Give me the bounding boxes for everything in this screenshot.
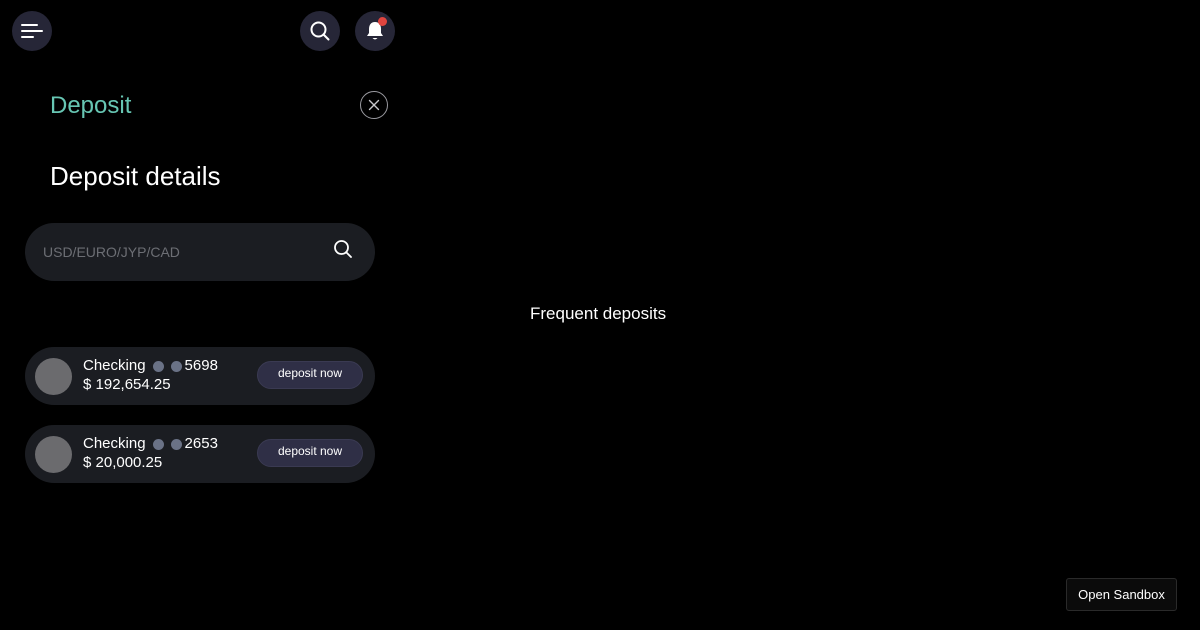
search-icon bbox=[310, 21, 330, 41]
mask-dot-icon bbox=[170, 360, 182, 372]
search-icon[interactable] bbox=[333, 239, 353, 259]
account-balance: $ 20,000.25 bbox=[83, 454, 163, 471]
avatar bbox=[35, 436, 72, 473]
menu-button[interactable] bbox=[12, 11, 52, 51]
deposit-now-button[interactable]: deposit now bbox=[257, 439, 363, 467]
account-name: Checking 5698 bbox=[83, 357, 218, 375]
close-button[interactable] bbox=[360, 91, 388, 119]
open-sandbox-button[interactable]: Open Sandbox bbox=[1066, 578, 1177, 611]
currency-search-field bbox=[25, 223, 375, 281]
mask-dot-icon bbox=[152, 360, 164, 372]
account-card: Checking 2653 $ 20,000.25 deposit now bbox=[25, 425, 375, 483]
account-last4: 5698 bbox=[184, 357, 218, 374]
account-balance: $ 192,654.25 bbox=[83, 376, 171, 393]
page-title: Deposit bbox=[50, 92, 132, 119]
frequent-deposits-label: Frequent deposits bbox=[530, 304, 667, 323]
account-name: Checking 2653 bbox=[83, 435, 218, 453]
deposit-now-button[interactable]: deposit now bbox=[257, 361, 363, 389]
account-last4: 2653 bbox=[184, 435, 218, 452]
currency-search-input[interactable] bbox=[43, 241, 323, 263]
mask-dot-icon bbox=[152, 438, 164, 450]
account-type: Checking bbox=[83, 357, 146, 374]
menu-icon bbox=[21, 24, 43, 38]
search-button[interactable] bbox=[300, 11, 340, 51]
mask-dot-icon bbox=[170, 438, 182, 450]
account-card: Checking 5698 $ 192,654.25 deposit now bbox=[25, 347, 375, 405]
notifications-button[interactable] bbox=[355, 11, 395, 51]
notification-badge bbox=[378, 17, 387, 26]
avatar bbox=[35, 358, 72, 395]
deposit-page: Deposit Deposit details Frequent deposit… bbox=[0, 0, 1200, 630]
section-title: Deposit details bbox=[50, 161, 221, 191]
account-type: Checking bbox=[83, 435, 146, 452]
close-icon bbox=[368, 99, 380, 111]
